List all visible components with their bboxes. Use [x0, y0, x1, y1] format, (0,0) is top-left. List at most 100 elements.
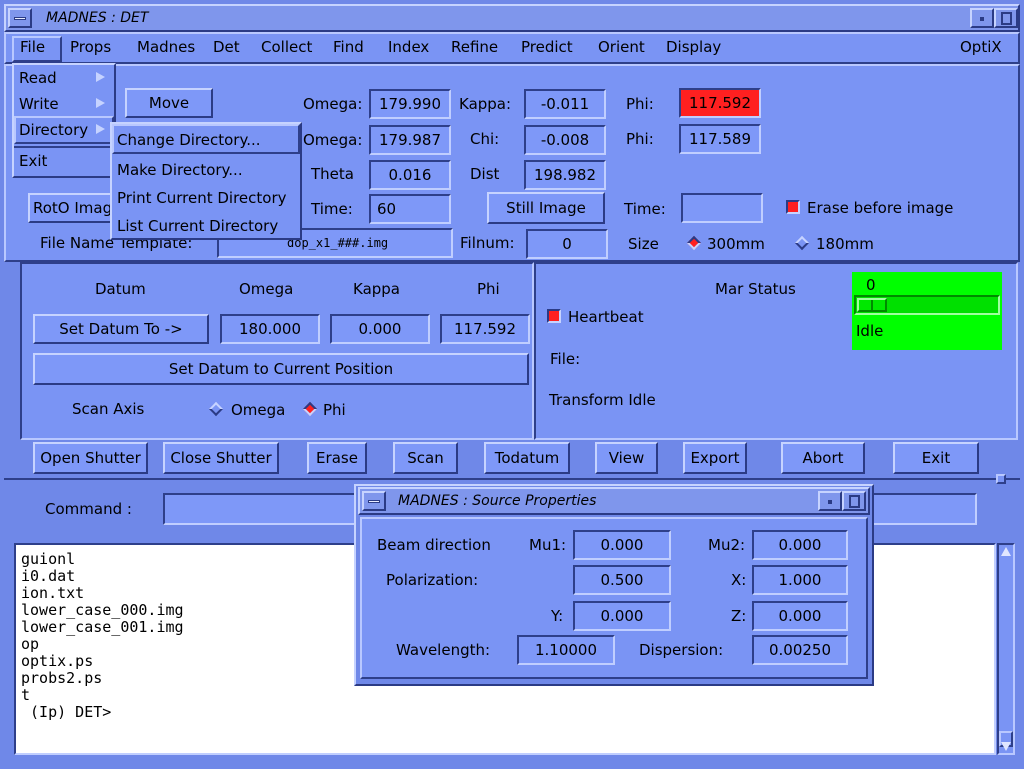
chi-current-field: -0.008	[524, 125, 606, 155]
dialog-menu-icon	[368, 500, 380, 503]
read-submenu-arrow-icon	[96, 72, 105, 82]
polarization-label: Polarization:	[386, 571, 479, 589]
todatum-button[interactable]: Todatum	[484, 442, 570, 474]
menu-find[interactable]: Find	[333, 38, 364, 56]
time-label: Time:	[311, 200, 353, 218]
source-dialog-title: MADNES : Source Properties	[398, 493, 597, 509]
mar-status-title: Mar Status	[715, 280, 796, 298]
mu1-field[interactable]: 0.000	[573, 530, 671, 560]
file-menu-read[interactable]: Read	[19, 69, 57, 87]
size-180-label: 180mm	[816, 235, 874, 253]
z-label: Z:	[731, 607, 747, 625]
datum-omega-field[interactable]: 180.000	[220, 314, 320, 344]
scroll-up-arrow-icon[interactable]	[1001, 547, 1011, 556]
kappa-target-field[interactable]: -0.011	[524, 89, 606, 119]
dispersion-field[interactable]: 0.00250	[752, 635, 848, 665]
abort-button[interactable]: Abort	[781, 442, 865, 474]
menu-props[interactable]: Props	[70, 38, 111, 56]
file-menu-write[interactable]: Write	[19, 95, 59, 113]
mar-progress-bar	[854, 295, 1000, 315]
view-button[interactable]: View	[595, 442, 658, 474]
file-menu-exit[interactable]: Exit	[19, 152, 47, 170]
submenu-change-directory[interactable]: Change Directory...	[117, 131, 261, 149]
move-button[interactable]: Move	[125, 88, 213, 118]
mar-state-label: Idle	[856, 322, 884, 340]
source-dialog-titlebar[interactable]: MADNES : Source Properties	[358, 487, 870, 515]
transform-label: Transform Idle	[549, 391, 656, 409]
wavelength-label: Wavelength:	[396, 641, 491, 659]
z-field[interactable]: 0.000	[752, 601, 848, 631]
main-titlebar[interactable]: MADNES : DET	[4, 4, 1020, 32]
menu-collect[interactable]: Collect	[261, 38, 312, 56]
submenu-print-directory[interactable]: Print Current Directory	[117, 189, 287, 207]
scan-axis-label: Scan Axis	[72, 400, 145, 418]
close-shutter-button[interactable]: Close Shutter	[163, 442, 279, 474]
mu2-field[interactable]: 0.000	[752, 530, 848, 560]
x-label: X:	[731, 571, 747, 589]
mu2-label: Mu2:	[708, 536, 746, 554]
mar-progress-value: 0	[866, 276, 876, 294]
y-label: Y:	[551, 607, 564, 625]
pane-sash-handle[interactable]	[996, 474, 1006, 484]
directory-submenu-arrow-icon	[96, 124, 105, 134]
mar-file-label: File:	[550, 350, 581, 368]
terminal-prompt: (Ip) DET>	[21, 703, 112, 721]
datum-header: Datum	[95, 280, 146, 298]
submenu-list-directory[interactable]: List Current Directory	[117, 217, 278, 235]
y-field[interactable]: 0.000	[573, 601, 671, 631]
menu-refine[interactable]: Refine	[451, 38, 498, 56]
datum-col-kappa: Kappa	[353, 280, 400, 298]
menu-display[interactable]: Display	[666, 38, 721, 56]
submenu-make-directory[interactable]: Make Directory...	[117, 161, 243, 179]
filnum-field[interactable]: 0	[526, 229, 608, 259]
terminal-scrollbar[interactable]	[997, 543, 1015, 755]
wavelength-field[interactable]: 1.10000	[517, 635, 615, 665]
exit-button[interactable]: Exit	[893, 442, 979, 474]
menu-predict[interactable]: Predict	[521, 38, 573, 56]
menu-orient[interactable]: Orient	[598, 38, 645, 56]
maximize-button[interactable]	[994, 8, 1018, 28]
filnum-label: Filnum:	[460, 234, 515, 252]
minimize-button[interactable]	[970, 8, 994, 28]
menu-madnes[interactable]: Madnes	[137, 38, 195, 56]
window-title: MADNES : DET	[46, 10, 149, 26]
datum-kappa-field[interactable]: 0.000	[330, 314, 430, 344]
mar-progress-slider	[857, 298, 887, 312]
file-menu-directory[interactable]: Directory	[19, 121, 88, 139]
time2-field[interactable]	[681, 193, 763, 223]
still-image-button[interactable]: Still Image	[487, 192, 605, 224]
window-menu-icon	[14, 17, 26, 20]
menu-file[interactable]: File	[20, 38, 45, 56]
open-shutter-button[interactable]: Open Shutter	[33, 442, 148, 474]
menu-optix[interactable]: OptiX	[960, 38, 1002, 56]
time2-label: Time:	[624, 200, 666, 218]
datum-phi-field[interactable]: 117.592	[440, 314, 530, 344]
x-field[interactable]: 1.000	[752, 565, 848, 595]
dialog-minimize-button[interactable]	[818, 491, 842, 511]
phi-target-field[interactable]: 117.592	[679, 88, 761, 118]
export-button[interactable]: Export	[683, 442, 747, 474]
time-field[interactable]: 60	[369, 194, 451, 224]
polarization-field[interactable]: 0.500	[573, 565, 671, 595]
dialog-maximize-button[interactable]	[842, 491, 866, 511]
write-submenu-arrow-icon	[96, 98, 105, 108]
dialog-menu-button[interactable]	[362, 491, 386, 511]
dispersion-label: Dispersion:	[639, 641, 724, 659]
maximize-icon	[1001, 12, 1012, 25]
erase-button[interactable]: Erase	[307, 442, 367, 474]
erase-before-checkbox[interactable]	[786, 200, 800, 214]
scroll-down-arrow-icon[interactable]	[1001, 742, 1011, 751]
dialog-maximize-icon	[849, 495, 860, 508]
menu-index[interactable]: Index	[388, 38, 429, 56]
omega-current-field: 179.987	[369, 125, 451, 155]
scan-button[interactable]: Scan	[393, 442, 458, 474]
omega-target-field[interactable]: 179.990	[369, 89, 451, 119]
window-menu-button[interactable]	[8, 8, 32, 28]
set-datum-current-button[interactable]: Set Datum to Current Position	[33, 353, 529, 385]
size-300-label: 300mm	[707, 235, 765, 253]
theta-label: Theta	[311, 165, 354, 183]
chi-label: Chi:	[470, 130, 500, 148]
theta-field: 0.016	[369, 160, 451, 190]
menu-det[interactable]: Det	[213, 38, 240, 56]
set-datum-to-button[interactable]: Set Datum To ->	[33, 314, 209, 344]
